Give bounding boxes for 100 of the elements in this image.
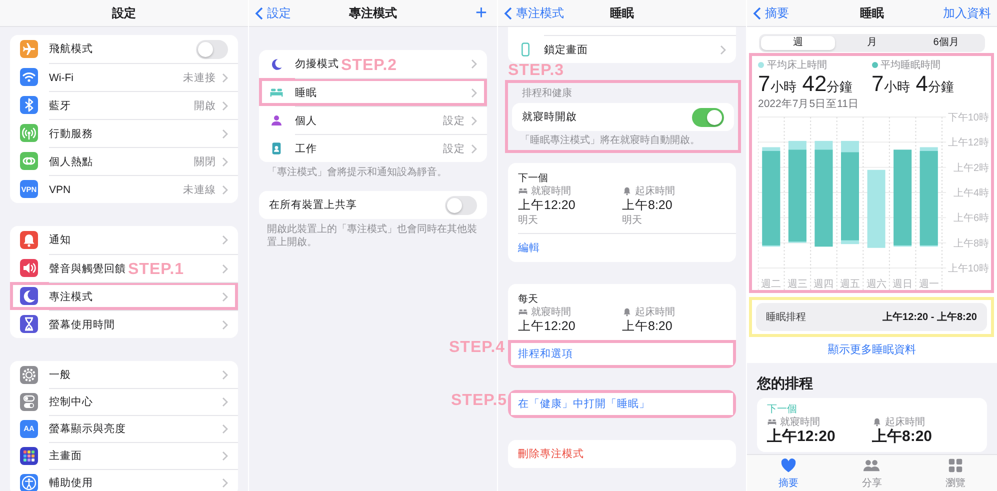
schedule-label: 睡眠排程: [766, 310, 806, 324]
row-label: 個人熱點: [49, 154, 93, 168]
time-label: 起床時間: [635, 306, 675, 319]
row-label: 就寢時開啟: [522, 110, 577, 124]
day-label: 明天: [622, 214, 643, 227]
chevron-right-icon: [222, 478, 228, 488]
row-label: 螢幕使用時間: [49, 318, 115, 332]
y-axis-label: 上午12時: [948, 138, 989, 149]
chevron-right-icon: [471, 144, 477, 154]
row-label: 聲音與觸覺回饋: [49, 262, 126, 276]
time-value: 上午8:20: [622, 197, 674, 213]
y-axis-label: 上午8時: [953, 238, 989, 250]
chevron-left-icon: [255, 6, 263, 20]
screen-title: 睡眠: [610, 4, 634, 22]
row-label: 飛航模式: [49, 42, 93, 56]
row-label: 鎖定畫面: [544, 42, 588, 56]
row-value: 開啟: [194, 98, 216, 112]
chevron-left-icon: [753, 6, 761, 20]
chevron-left-icon: [504, 6, 512, 20]
x-axis-label: 週二: [761, 279, 782, 290]
stat-value: 7小時 4分鐘: [872, 71, 955, 97]
toggle-switch[interactable]: [196, 40, 228, 58]
y-axis-label: 上午10時: [948, 264, 989, 274]
x-axis-label: 週一: [918, 279, 939, 290]
action-link[interactable]: 在「健康」中打開「睡眠」: [508, 390, 736, 418]
chevron-right-icon: [222, 72, 228, 82]
show-more-link[interactable]: 顯示更多睡眠資料: [828, 337, 916, 363]
segment-tab[interactable]: 週: [761, 36, 835, 50]
back-button[interactable]: 專注模式: [504, 4, 564, 22]
section-header: 排程和健康: [521, 86, 573, 100]
y-axis-label: 上午6時: [953, 213, 989, 224]
row-label: 工作: [295, 142, 317, 156]
y-axis-label: 上午2時: [953, 162, 989, 174]
row-value: 未連線: [183, 182, 216, 196]
step-label: STEP.1: [128, 261, 184, 279]
row-label: 螢幕顯示與亮度: [49, 422, 126, 436]
section-title: 您的排程: [757, 375, 814, 392]
row-label: VPN: [49, 184, 71, 196]
date-range: 2022年7月5日至11日: [758, 97, 860, 110]
settings-row[interactable]: 鎖定畫面: [508, 35, 736, 63]
next-label: 下一個: [767, 404, 798, 416]
row-value: 未連接: [183, 70, 216, 84]
action-link[interactable]: 排程和選項: [508, 340, 736, 368]
back-button[interactable]: 摘要: [753, 4, 789, 22]
bed-icon: [518, 186, 528, 196]
chevron-right-icon: [222, 100, 228, 110]
chevron-right-icon: [222, 264, 228, 274]
section-title: 每天: [518, 293, 539, 306]
heart-icon: [780, 456, 798, 474]
row-label: 專注模式: [49, 290, 93, 304]
row-label: 睡眠: [295, 86, 317, 100]
y-axis-label: 上午4時: [953, 188, 989, 199]
bed-icon: [767, 417, 777, 427]
tab-bar-item[interactable]: 瀏覽: [914, 455, 997, 491]
toggle-switch[interactable]: [692, 108, 724, 126]
delete-button[interactable]: 刪除專注模式: [508, 440, 736, 468]
tab-bar-item[interactable]: 分享: [830, 455, 914, 491]
legend-label: 平均睡眠時間: [880, 58, 940, 72]
y-axis-label: 下午10時: [948, 112, 989, 124]
edit-link[interactable]: 編輯: [518, 234, 736, 262]
time-label: 就寢時間: [780, 416, 820, 428]
highlighted-row[interactable]: 睡眠: [259, 78, 487, 106]
x-axis-label: 週四: [814, 279, 834, 290]
chevron-right-icon: [222, 424, 228, 434]
tab-bar-item[interactable]: 摘要: [747, 455, 830, 491]
chevron-right-icon: [222, 128, 228, 138]
chevron-right-icon: [222, 320, 228, 330]
grid-icon: [946, 456, 964, 474]
row-label: 在所有裝置上共享: [269, 198, 357, 212]
chevron-right-icon: [222, 292, 228, 302]
chevron-right-icon: [222, 235, 228, 245]
chevron-right-icon: [222, 397, 228, 407]
segment-tab[interactable]: 6個月: [909, 36, 983, 50]
time-label: 起床時間: [635, 184, 675, 198]
chevron-right-icon: [222, 156, 228, 166]
row-value: 關閉: [194, 154, 216, 168]
chevron-right-icon: [222, 370, 228, 380]
bell-icon: [622, 307, 632, 317]
row-value: 設定: [443, 114, 465, 128]
screen-title: 睡眠: [860, 4, 884, 22]
screen-title: 專注模式: [349, 4, 397, 22]
back-button[interactable]: 設定: [255, 4, 291, 22]
chevron-right-icon: [222, 184, 228, 194]
time-value: 上午12:20: [518, 197, 576, 213]
row-label: 個人: [295, 114, 317, 128]
screen-title: 設定: [112, 4, 136, 22]
segment-tab[interactable]: 月: [835, 36, 909, 50]
step-label: STEP.2: [341, 57, 398, 75]
bell-icon: [622, 186, 632, 196]
row-label: 通知: [49, 233, 71, 247]
toggle-switch[interactable]: [445, 196, 477, 214]
add-button[interactable]: +: [475, 3, 491, 23]
footer-note: 「睡眠專注模式」將在就寢時自動開啟。: [520, 134, 701, 147]
footer-note: 開啟此裝置上的「專注模式」也會同時在其他裝置上開啟。: [267, 223, 478, 249]
highlighted-row[interactable]: 專注模式: [10, 282, 238, 310]
add-data-button[interactable]: 加入資料: [943, 4, 991, 22]
bed-icon: [518, 307, 528, 317]
time-label: 就寢時間: [531, 184, 571, 198]
row-label: 一般: [49, 368, 71, 382]
footer-note: 「專注模式」會將提示和通知設為靜音。: [267, 166, 448, 179]
